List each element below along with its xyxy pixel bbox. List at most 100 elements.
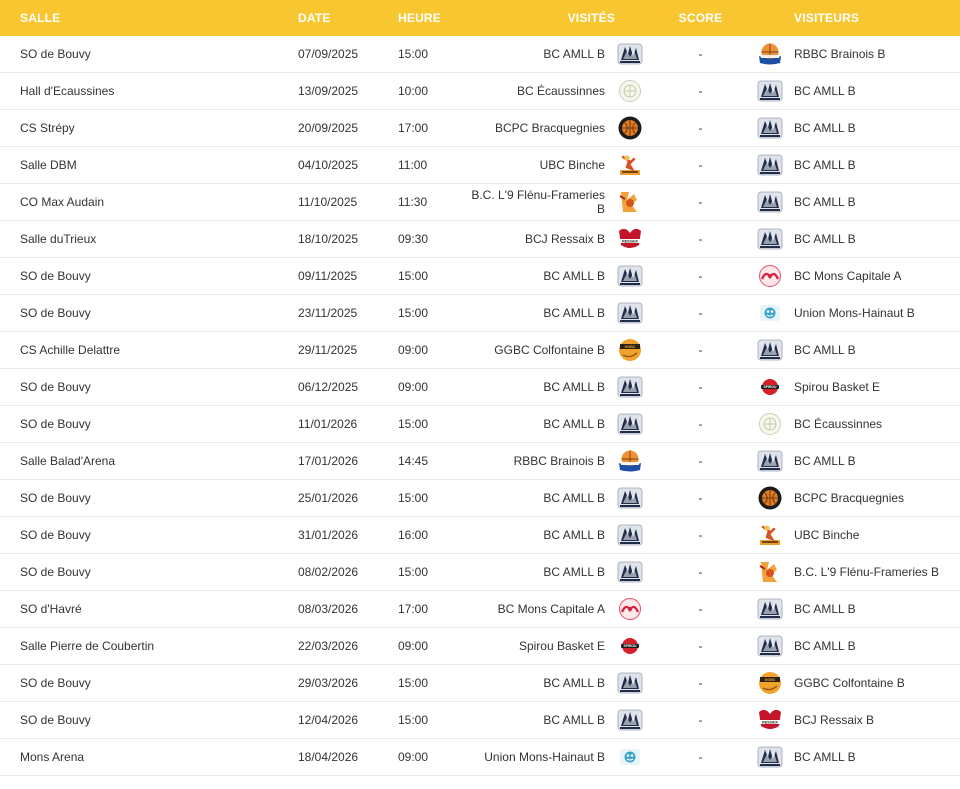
away-team-cell[interactable]: BC AMLL B	[784, 331, 960, 369]
home-team-cell[interactable]: BC AMLL B	[468, 405, 615, 443]
away-team-cell[interactable]: BC AMLL B	[784, 442, 960, 480]
score-cell: -	[645, 479, 756, 517]
venue-cell: SO de Bouvy	[0, 36, 298, 73]
header-visites: VISITÉS	[567, 11, 615, 25]
time-cell: 15:00	[398, 664, 468, 702]
spirou-basket-logo-icon: SPIROU	[757, 375, 783, 399]
amll-logo-icon	[757, 153, 783, 177]
away-team-cell[interactable]: RBBC Brainois B	[784, 36, 960, 73]
away-team-cell[interactable]: BC AMLL B	[784, 72, 960, 110]
mons-capitale-logo-icon	[617, 597, 643, 621]
score-cell: -	[645, 331, 756, 369]
away-logo-cell: GGBC	[756, 664, 784, 702]
away-team-cell[interactable]: BC Écaussinnes	[784, 405, 960, 443]
time-cell: 17:00	[398, 590, 468, 628]
away-team-cell[interactable]: BC AMLL B	[784, 738, 960, 776]
venue-cell: CO Max Audain	[0, 183, 298, 221]
score-cell: -	[645, 72, 756, 110]
date-cell: 29/03/2026	[298, 664, 398, 702]
table-row: SO d'Havré 08/03/2026 17:00 BC Mons Capital…	[0, 590, 960, 628]
time-cell: 10:00	[398, 72, 468, 110]
away-team-cell[interactable]: BC AMLL B	[784, 627, 960, 665]
amll-logo-icon	[617, 375, 643, 399]
score-cell: -	[645, 701, 756, 739]
home-team-cell[interactable]: BC AMLL B	[468, 294, 615, 332]
away-team-cell[interactable]: Spirou Basket E	[784, 368, 960, 406]
score-cell: -	[645, 516, 756, 554]
venue-cell: SO d'Havré	[0, 590, 298, 628]
home-team-cell[interactable]: Spirou Basket E	[468, 627, 615, 665]
venue-cell: Salle Balad'Arena	[0, 442, 298, 480]
away-team-cell[interactable]: GGBC Colfontaine B	[784, 664, 960, 702]
flenu-frameries-logo-icon	[757, 560, 783, 584]
score-cell: -	[645, 590, 756, 628]
home-logo-cell	[615, 479, 645, 517]
home-team-cell[interactable]: BC Mons Capitale A	[468, 590, 615, 628]
away-team-cell[interactable]: BC Mons Capitale A	[784, 257, 960, 295]
venue-cell: SO de Bouvy	[0, 257, 298, 295]
venue-cell: Salle Pierre de Coubertin	[0, 627, 298, 665]
table-row: SO de Bouvy 29/03/2026 15:00 BC AMLL B - GGBC…	[0, 664, 960, 702]
home-logo-cell	[615, 664, 645, 702]
home-logo-cell	[615, 183, 645, 221]
table-row: Mons Arena 18/04/2026 09:00 Union Mons-Hain…	[0, 738, 960, 776]
date-cell: 25/01/2026	[298, 479, 398, 517]
header-salle: SALLE	[20, 11, 61, 25]
date-cell: 12/04/2026	[298, 701, 398, 739]
venue-cell: SO de Bouvy	[0, 368, 298, 406]
away-team-cell[interactable]: BC AMLL B	[784, 183, 960, 221]
date-cell: 11/10/2025	[298, 183, 398, 221]
home-team-cell[interactable]: UBC Binche	[468, 146, 615, 184]
home-team-cell[interactable]: RBBC Brainois B	[468, 442, 615, 480]
away-team-cell[interactable]: UBC Binche	[784, 516, 960, 554]
home-team-cell[interactable]: BC AMLL B	[468, 664, 615, 702]
date-cell: 07/09/2025	[298, 36, 398, 73]
home-team-cell[interactable]: BC AMLL B	[468, 257, 615, 295]
venue-cell: SO de Bouvy	[0, 516, 298, 554]
away-logo-cell	[756, 405, 784, 443]
score-cell: -	[645, 36, 756, 73]
home-team-cell[interactable]: BC AMLL B	[468, 479, 615, 517]
home-team-cell[interactable]: BCPC Bracquegnies	[468, 109, 615, 147]
away-team-cell[interactable]: BCJ Ressaix B	[784, 701, 960, 739]
home-logo-cell	[615, 590, 645, 628]
away-team-cell[interactable]: BC AMLL B	[784, 146, 960, 184]
time-cell: 09:00	[398, 331, 468, 369]
away-team-cell[interactable]: BC AMLL B	[784, 220, 960, 258]
away-team-cell[interactable]: BC AMLL B	[784, 590, 960, 628]
home-team-cell[interactable]: GGBC Colfontaine B	[468, 331, 615, 369]
away-team-cell[interactable]: Union Mons-Hainaut B	[784, 294, 960, 332]
amll-logo-icon	[617, 42, 643, 66]
home-team-cell[interactable]: BC AMLL B	[468, 553, 615, 591]
venue-cell: CS Strépy	[0, 109, 298, 147]
table-row: SO de Bouvy 07/09/2025 15:00 BC AMLL B - RBBC…	[0, 36, 960, 73]
ubc-binche-logo-icon	[617, 153, 643, 177]
date-cell: 18/04/2026	[298, 738, 398, 776]
amll-logo-icon	[757, 79, 783, 103]
away-team-cell[interactable]: BC AMLL B	[784, 109, 960, 147]
home-team-cell[interactable]: BC Écaussinnes	[468, 72, 615, 110]
home-team-cell[interactable]: Union Mons-Hainaut B	[468, 738, 615, 776]
amll-logo-icon	[757, 227, 783, 251]
amll-logo-icon	[617, 708, 643, 732]
home-team-cell[interactable]: BCJ Ressaix B	[468, 220, 615, 258]
time-cell: 16:00	[398, 516, 468, 554]
amll-logo-icon	[757, 338, 783, 362]
amll-logo-icon	[757, 116, 783, 140]
home-team-cell[interactable]: BC AMLL B	[468, 368, 615, 406]
header-date: DATE	[298, 11, 331, 25]
score-cell: -	[645, 405, 756, 443]
time-cell: 15:00	[398, 479, 468, 517]
amll-logo-icon	[617, 560, 643, 584]
home-team-cell[interactable]: B.C. L'9 Flénu-Frameries B	[468, 183, 615, 221]
home-team-cell[interactable]: BC AMLL B	[468, 36, 615, 73]
home-team-cell[interactable]: BC AMLL B	[468, 516, 615, 554]
home-team-cell[interactable]: BC AMLL B	[468, 701, 615, 739]
away-team-cell[interactable]: B.C. L'9 Flénu-Frameries B	[784, 553, 960, 591]
home-logo-cell	[615, 72, 645, 110]
venue-cell: Mons Arena	[0, 738, 298, 776]
away-logo-cell	[756, 72, 784, 110]
table-row: CO Max Audain 11/10/2025 11:30 B.C. L'9 Flé…	[0, 183, 960, 221]
away-team-cell[interactable]: BCPC Bracquegnies	[784, 479, 960, 517]
svg-text:GGBC: GGBC	[625, 345, 636, 349]
